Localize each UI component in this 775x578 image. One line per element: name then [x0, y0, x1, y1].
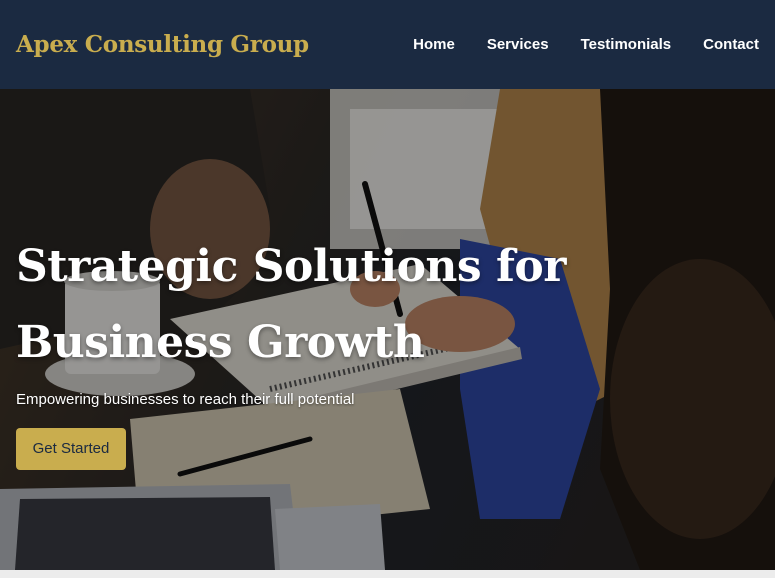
main-nav: Home Services Testimonials Contact: [381, 36, 759, 53]
brand-logo-text[interactable]: Apex Consulting Group: [16, 31, 309, 58]
page-bottom-strip: [0, 570, 775, 578]
hero-content: Strategic Solutions for Business Growth …: [16, 229, 756, 470]
navbar: Apex Consulting Group Home Services Test…: [0, 0, 775, 89]
nav-link-testimonials[interactable]: Testimonials: [581, 36, 672, 53]
hero-title: Strategic Solutions for Business Growth: [16, 241, 566, 368]
hero-section: Strategic Solutions for Business Growth …: [0, 89, 775, 570]
nav-link-contact[interactable]: Contact: [703, 36, 759, 53]
hero-subtitle: Empowering businesses to reach their ful…: [16, 391, 355, 408]
get-started-button[interactable]: Get Started: [16, 428, 126, 470]
nav-link-home[interactable]: Home: [413, 36, 455, 53]
nav-link-services[interactable]: Services: [487, 36, 549, 53]
